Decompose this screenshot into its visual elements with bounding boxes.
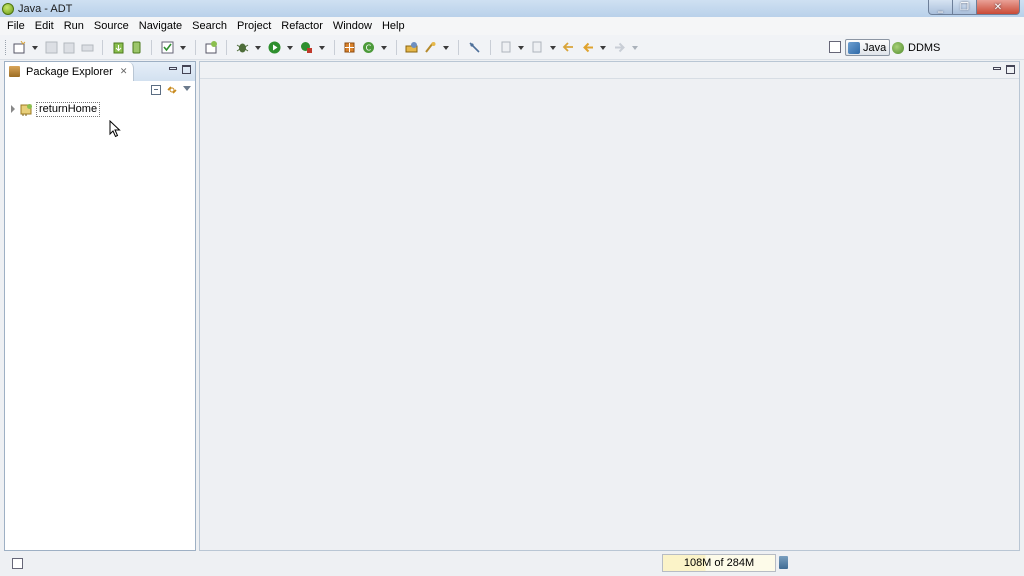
package-explorer-header: Package Explorer ✕ [5,62,195,81]
save-all-icon[interactable] [63,41,76,54]
tree-item-project[interactable]: returnHome [11,101,101,117]
toolbar-separator [396,40,397,55]
toolbar-separator [102,40,103,55]
minimize-button[interactable]: _ [928,0,953,15]
toolbar-separator [226,40,227,55]
previous-annotation-icon[interactable] [531,41,544,54]
toolbar-separator [151,40,152,55]
status-bar: 108M of 284M [0,552,1024,576]
external-tools-dropdown-icon[interactable] [319,46,325,50]
editor-header [200,62,1019,79]
forward-dropdown-icon[interactable] [632,46,638,50]
new-java-package-icon[interactable] [343,41,356,54]
new-class-dropdown-icon[interactable] [381,46,387,50]
window-controls: _ ❐ ✕ [928,0,1020,15]
perspective-ddms-label: DDMS [908,41,941,54]
sdk-manager-icon[interactable] [112,41,125,54]
menu-refactor[interactable]: Refactor [276,17,328,35]
menu-run[interactable]: Run [59,17,89,35]
package-explorer-title: Package Explorer [26,65,113,78]
lint-dropdown-icon[interactable] [180,46,186,50]
run-icon[interactable] [268,41,281,54]
android-project-icon [20,103,32,116]
menu-edit[interactable]: Edit [30,17,59,35]
link-with-editor-icon[interactable] [166,84,178,96]
view-menu-icon[interactable] [183,86,191,91]
fast-view-icon[interactable] [12,558,23,569]
debug-dropdown-icon[interactable] [255,46,261,50]
menu-bar: File Edit Run Source Navigate Search Pro… [0,17,1024,35]
close-view-icon[interactable]: ✕ [120,66,128,77]
title-bar: Java - ADT _ ❐ ✕ [0,0,1024,17]
ddms-perspective-icon [892,41,904,54]
garbage-collect-icon[interactable] [779,556,788,569]
perspective-java-label: Java [863,41,887,54]
editor-area [199,61,1020,551]
menu-help[interactable]: Help [377,17,410,35]
search-icon[interactable] [424,41,437,54]
last-edit-location-icon[interactable] [562,41,575,54]
new-android-project-icon[interactable] [205,41,218,54]
back-dropdown-icon[interactable] [600,46,606,50]
collapse-all-icon[interactable] [151,85,161,95]
perspective-ddms-button[interactable]: DDMS [892,39,940,56]
forward-icon[interactable] [613,41,626,54]
new-java-class-icon[interactable]: C [362,41,375,54]
package-explorer-tab[interactable]: Package Explorer ✕ [5,62,135,81]
menu-file[interactable]: File [2,17,30,35]
external-tools-icon[interactable] [300,41,313,54]
menu-project[interactable]: Project [232,17,276,35]
package-explorer-view: Package Explorer ✕ returnHome [4,61,196,551]
package-explorer-toolbar [5,81,195,99]
minimize-view-icon[interactable] [169,67,177,70]
avd-manager-icon[interactable] [130,41,143,54]
next-annotation-icon[interactable] [500,41,513,54]
expand-arrow-icon[interactable] [11,105,15,113]
minimize-editor-icon[interactable] [993,67,1001,70]
toolbar-separator [458,40,459,55]
next-annotation-dropdown-icon[interactable] [518,46,524,50]
menu-search[interactable]: Search [187,17,232,35]
restore-button[interactable]: ❐ [953,0,977,15]
toolbar-separator [334,40,335,55]
menu-window[interactable]: Window [328,17,377,35]
toggle-mark-occurrences-icon[interactable] [468,41,481,54]
adt-app-icon [2,2,14,15]
save-icon[interactable] [45,41,58,54]
new-icon[interactable] [13,41,26,54]
debug-icon[interactable] [236,41,249,54]
lint-check-icon[interactable] [161,41,174,54]
open-perspective-icon[interactable] [829,41,841,53]
previous-annotation-dropdown-icon[interactable] [550,46,556,50]
print-icon[interactable] [81,41,94,54]
window-title: Java - ADT [18,2,73,15]
close-button[interactable]: ✕ [977,0,1020,15]
back-icon[interactable] [582,41,595,54]
maximize-editor-icon[interactable] [1006,65,1015,74]
menu-source[interactable]: Source [89,17,134,35]
run-dropdown-icon[interactable] [287,46,293,50]
toolbar-grip [5,40,7,55]
package-explorer-icon [9,66,20,77]
perspective-java-button[interactable]: Java [845,39,890,56]
maximize-view-icon[interactable] [182,65,191,74]
open-type-icon[interactable] [405,41,418,54]
menu-navigate[interactable]: Navigate [134,17,187,35]
project-label: returnHome [36,101,101,117]
svg-text:C: C [366,44,372,53]
java-perspective-icon [848,41,860,54]
search-dropdown-icon[interactable] [443,46,449,50]
toolbar-separator [195,40,196,55]
mouse-cursor-icon [109,120,121,138]
toolbar-separator [490,40,491,55]
new-dropdown-icon[interactable] [32,46,38,50]
heap-status[interactable]: 108M of 284M [662,554,776,572]
